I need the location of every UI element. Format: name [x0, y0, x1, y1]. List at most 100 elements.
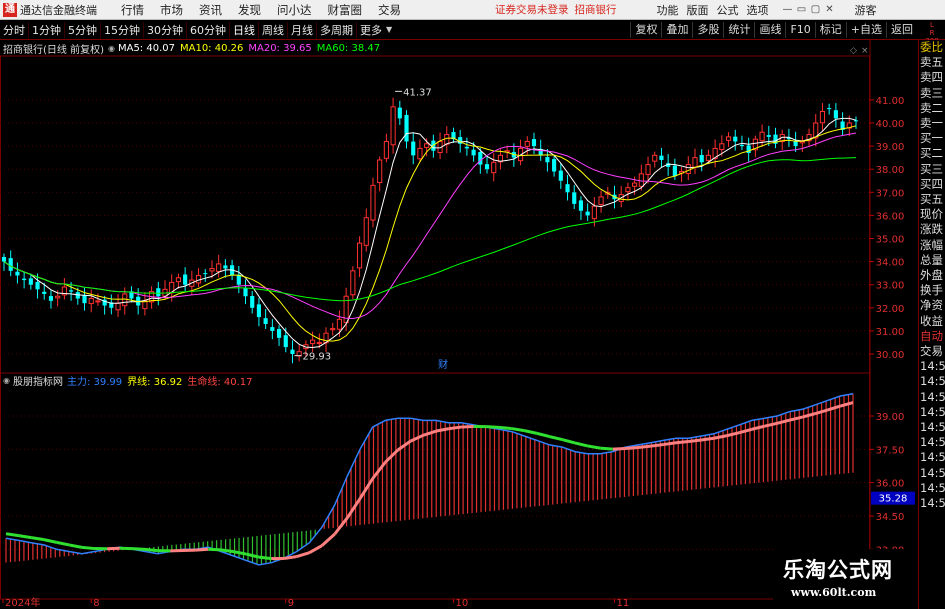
period-15min[interactable]: 15分钟: [100, 21, 143, 38]
menu-ask-assistant[interactable]: 问小达: [277, 2, 312, 18]
indicator-pane-border: [0, 372, 870, 600]
back-button[interactable]: 返回: [886, 22, 917, 38]
candle-body-down: [827, 108, 832, 110]
period-more[interactable]: 更多: [356, 21, 385, 38]
side-panel-item[interactable]: 14:56: [919, 405, 945, 420]
draw-line-button[interactable]: 画线: [754, 22, 785, 38]
life-line-green-segment: [498, 425, 512, 431]
period-weekly[interactable]: 周线: [258, 21, 287, 38]
life-line-green-segment: [258, 555, 272, 561]
period-60min[interactable]: 60分钟: [186, 21, 229, 38]
candle-body-down: [833, 110, 838, 119]
side-panel-item[interactable]: 14:56: [919, 374, 945, 389]
multi-stock-button[interactable]: 多股: [692, 22, 723, 38]
x-tick-label: 11: [616, 598, 629, 609]
menu-trade[interactable]: 交易: [378, 2, 401, 18]
y-tick-label: 36.00: [876, 211, 905, 222]
period-multi[interactable]: 多周期: [316, 21, 356, 38]
menu-layout[interactable]: 版面: [687, 2, 709, 18]
period-1min[interactable]: 1分钟: [28, 21, 64, 38]
restore-icon[interactable]: ▭: [795, 4, 809, 15]
y-tick-label: 38.00: [876, 165, 905, 176]
menu-wealth-circle[interactable]: 财富圈: [328, 2, 363, 18]
candle-body-down: [699, 154, 704, 163]
life-line-pink-segment: [448, 425, 462, 431]
period-monthly[interactable]: 月线: [287, 21, 316, 38]
menu-options[interactable]: 选项: [747, 2, 769, 18]
close-icon[interactable]: ✕: [823, 4, 837, 15]
adjust-button[interactable]: 复权: [630, 22, 661, 38]
candle-body-down: [411, 141, 416, 156]
guest-user[interactable]: 游客: [855, 2, 877, 18]
side-panel-item[interactable]: 14:56: [919, 466, 945, 481]
life-line-pink-segment: [675, 440, 689, 445]
menu-quotes[interactable]: 行情: [121, 2, 144, 18]
candle-body-up: [638, 173, 644, 187]
side-panel-item[interactable]: 14:56: [919, 420, 945, 435]
axis-layer: 41.00 40.00 39.00 38.00 37.00 36.00 35.00 34.00…: [2, 96, 915, 609]
period-5min[interactable]: 5分钟: [64, 21, 100, 38]
statistics-button[interactable]: 统计: [723, 22, 754, 38]
indicator-chevron-icon[interactable]: ◉: [3, 376, 10, 385]
candle-body-up: [491, 161, 497, 174]
x-tick-label: 10: [455, 598, 468, 609]
menu-market[interactable]: 市场: [160, 2, 183, 18]
life-line-green-segment: [144, 547, 158, 553]
candle-body-up: [122, 293, 128, 307]
menu-news[interactable]: 资讯: [199, 2, 222, 18]
candle-body-up: [330, 328, 336, 331]
side-panel-item[interactable]: 14:56: [919, 359, 945, 374]
period-intraday[interactable]: 分时: [0, 22, 28, 38]
candle-body-down: [478, 151, 483, 165]
candle-body-up: [95, 300, 101, 303]
candle-body-down: [156, 288, 161, 297]
life-line-pink-segment: [789, 415, 803, 422]
side-panel-item[interactable]: 14:56: [919, 481, 945, 496]
low-price-label: 29.93: [302, 352, 331, 363]
candle-body-up: [759, 131, 765, 142]
side-panel-item[interactable]: 14:56: [919, 390, 945, 405]
life-line-green-segment: [587, 444, 601, 450]
side-panel-item[interactable]: 14:56: [919, 450, 945, 465]
side-panel-item[interactable]: 14:56: [919, 435, 945, 450]
candle-body-up: [209, 268, 215, 272]
watermark: 乐淘公式网 www.60lt.com: [773, 549, 918, 609]
candle-body-down: [82, 295, 87, 304]
side-panel-item: 净资: [920, 298, 943, 313]
f10-button[interactable]: F10: [785, 22, 814, 38]
candle-body-up: [598, 196, 604, 205]
y-tick-label: 33.00: [876, 281, 905, 292]
life-line-green-segment: [18, 534, 32, 540]
add-watchlist-button[interactable]: +自选: [845, 22, 886, 38]
overlay-button[interactable]: 叠加: [661, 22, 692, 38]
minimize-icon[interactable]: —: [781, 4, 795, 15]
menu-discover[interactable]: 发现: [238, 2, 261, 18]
candle-body-up: [383, 140, 389, 159]
menu-formula[interactable]: 公式: [717, 2, 739, 18]
side-panel-item[interactable]: 自动: [919, 329, 945, 344]
life-line-green-segment: [68, 543, 83, 549]
side-quote-panel: 委比 卖五 卖四 卖三 卖二 卖一 买一 买二 买三 买四 买五 现价 涨跌 涨幅 总量 外盘 换手 净资 收益 自动…: [918, 40, 945, 609]
side-panel-item[interactable]: 交易: [919, 344, 945, 359]
life-line-green-segment: [208, 547, 221, 552]
side-panel-item: 卖五: [920, 55, 943, 70]
period-daily[interactable]: 日线: [229, 21, 258, 38]
y-tick-label: 35.00: [876, 235, 905, 246]
trade-login-status[interactable]: 证券交易未登录: [495, 2, 569, 17]
side-panel-item: 涨跌: [920, 222, 943, 237]
period-30min[interactable]: 30分钟: [143, 21, 186, 38]
mark-button[interactable]: 标记: [814, 22, 846, 38]
side-panel-item[interactable]: 14:56: [919, 496, 945, 511]
expand-chevron-icon[interactable]: ◉: [108, 44, 115, 53]
candle-body-up: [417, 147, 423, 160]
candle-body-up: [632, 182, 638, 187]
chart-canvas[interactable]: 41.3729.93财◇ × 41.0040.0039.0038.0037.003…: [0, 40, 945, 609]
candle-body-up: [524, 140, 530, 147]
indicator-name[interactable]: 股朋指标网: [13, 373, 63, 388]
more-chevron-down-icon[interactable]: ▼: [386, 25, 392, 34]
menu-function[interactable]: 功能: [657, 2, 679, 18]
maximize-icon[interactable]: ▢: [809, 4, 823, 15]
candle-body-up: [591, 205, 597, 220]
life-line-pink-segment: [358, 477, 374, 500]
life-line-green-segment: [600, 446, 613, 451]
